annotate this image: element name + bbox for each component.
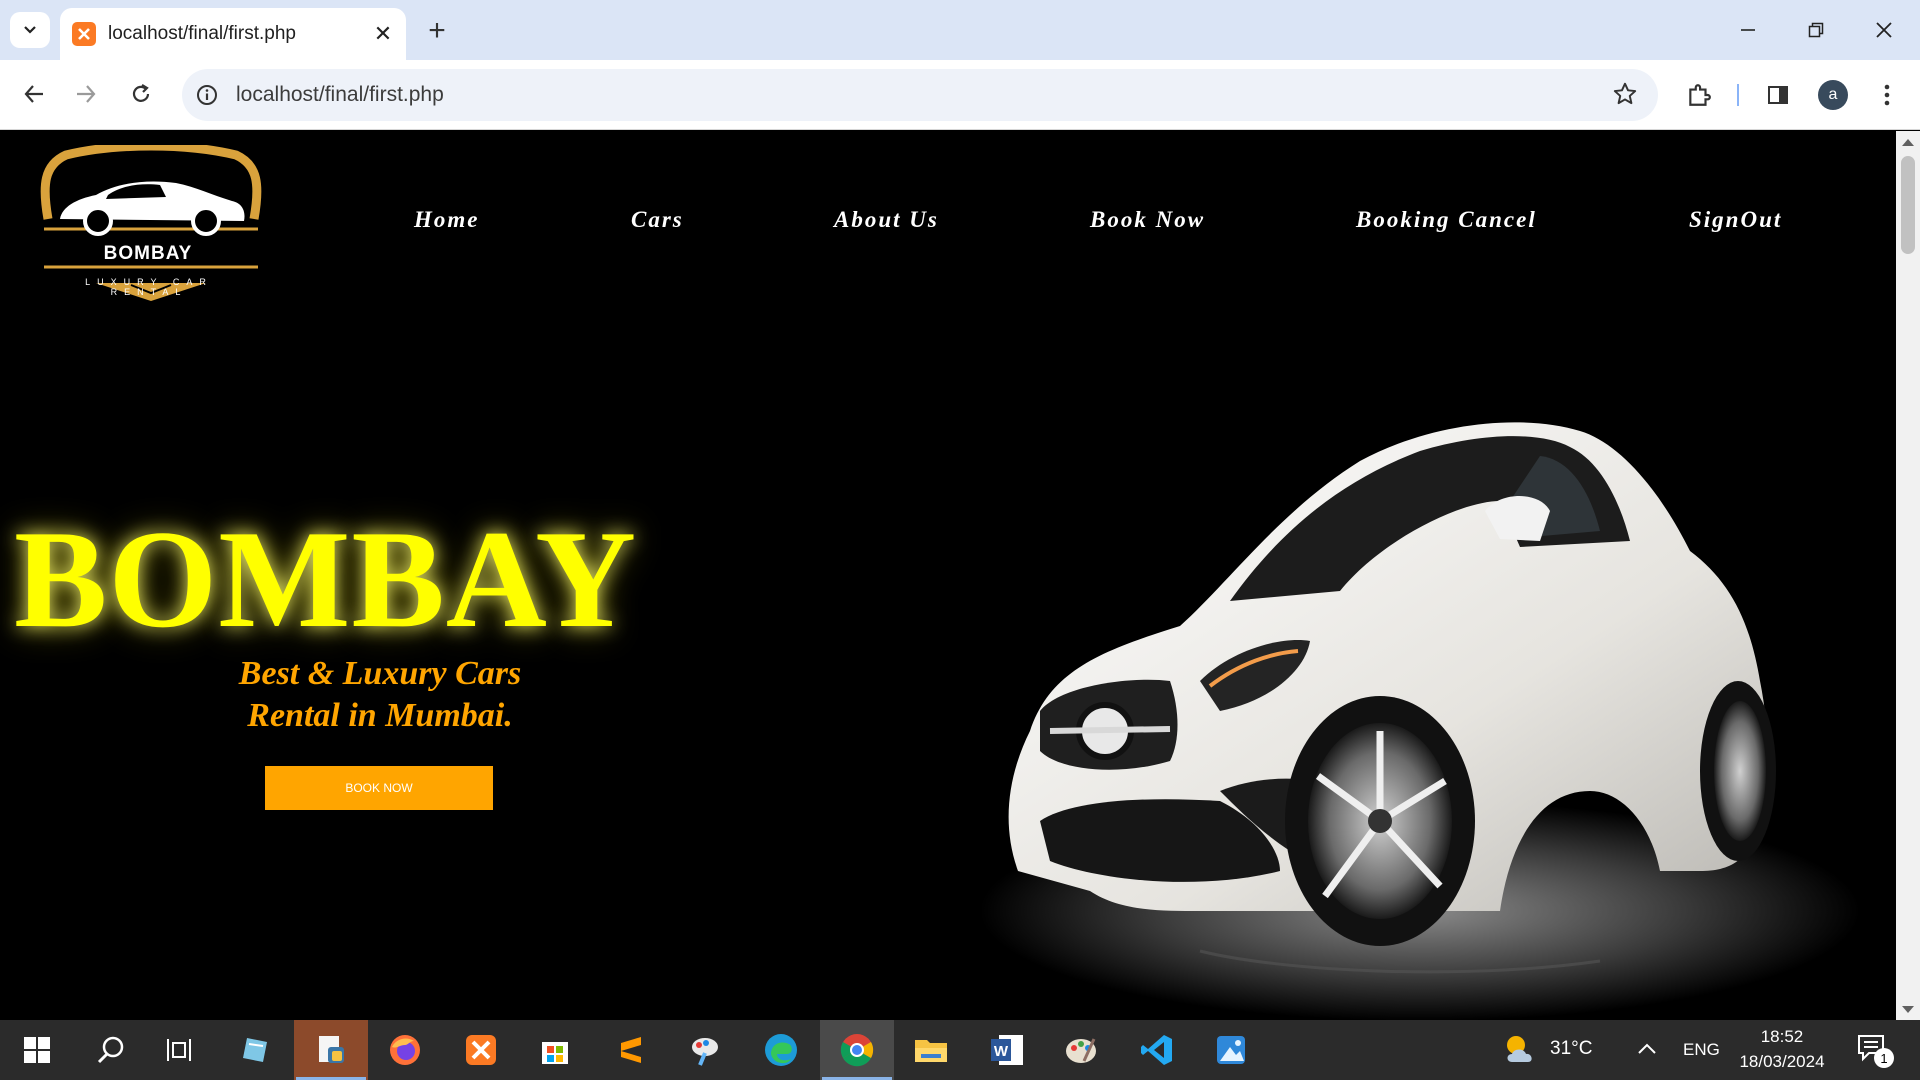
svg-text:W: W — [994, 1043, 1009, 1060]
notification-count-badge: 1 — [1874, 1048, 1894, 1068]
photos-icon — [1217, 1036, 1245, 1064]
sublime-text-app[interactable] — [594, 1020, 668, 1080]
forward-button[interactable] — [66, 74, 106, 114]
arrow-right-icon — [77, 85, 96, 103]
xampp-favicon-icon — [72, 22, 96, 46]
hero-subtitle-line2: Rental in Mumbai. — [247, 697, 513, 734]
scroll-up-arrow-icon[interactable] — [1902, 139, 1914, 146]
search-icon — [97, 1036, 124, 1064]
firefox-icon — [390, 1035, 420, 1065]
browser-tab-bar: localhost/final/first.php ✕ + — [0, 0, 1920, 60]
chevron-down-icon — [24, 26, 36, 34]
menu-kebab-icon[interactable] — [1868, 76, 1906, 114]
clock-date: 18/03/2024 — [1739, 1052, 1825, 1071]
edge-app[interactable] — [744, 1020, 818, 1080]
search-button[interactable] — [74, 1020, 148, 1080]
vscode-icon — [1141, 1035, 1172, 1065]
hero-car-image — [980, 422, 1860, 1020]
folder-icon — [915, 1040, 947, 1062]
restore-button[interactable] — [1786, 8, 1846, 52]
site-info-icon[interactable] — [194, 82, 220, 108]
nav-about-us[interactable]: About Us — [834, 207, 939, 237]
reload-icon — [132, 84, 150, 102]
url-text: localhost/final/first.php — [236, 83, 444, 106]
close-window-button[interactable] — [1854, 8, 1914, 52]
edge-icon — [765, 1034, 797, 1066]
notification-center-button[interactable]: 1 — [1856, 1032, 1896, 1070]
task-view-button[interactable] — [142, 1020, 216, 1080]
browser-tab[interactable]: localhost/final/first.php ✕ — [60, 8, 406, 60]
weather-widget[interactable]: 31°C — [1500, 1020, 1610, 1080]
tab-title: localhost/final/first.php — [108, 23, 296, 44]
close-icon — [1876, 22, 1892, 38]
palette-icon — [1066, 1038, 1096, 1063]
clock[interactable]: 18:52 18/03/2024 — [1730, 1024, 1834, 1078]
arrow-left-icon — [24, 85, 43, 103]
python-idle-app[interactable] — [294, 1020, 368, 1080]
photos-app[interactable] — [1194, 1020, 1268, 1080]
xampp-app[interactable] — [444, 1020, 518, 1080]
notepad-app[interactable] — [218, 1020, 292, 1080]
nav-book-now[interactable]: Book Now — [1090, 207, 1205, 237]
tab-close-icon[interactable]: ✕ — [370, 21, 396, 47]
hero-subtitle-line1: Best & Luxury Cars — [238, 655, 522, 692]
word-app[interactable]: W — [970, 1020, 1044, 1080]
side-panel-icon[interactable] — [1759, 76, 1797, 114]
site-logo[interactable]: BOMBAY LUXURY CAR RENTAL — [36, 141, 266, 301]
paint-brush-icon — [692, 1038, 718, 1066]
paint-brush-app[interactable] — [668, 1020, 742, 1080]
show-hidden-icons-button[interactable] — [1636, 1038, 1660, 1062]
microsoft-store-app[interactable] — [518, 1020, 592, 1080]
chrome-icon — [840, 1034, 874, 1067]
windows-taskbar: W 31°C ENG 18:52 18/03/2024 1 — [0, 1020, 1920, 1080]
word-icon: W — [991, 1035, 1023, 1065]
reload-button[interactable] — [121, 74, 161, 114]
nav-booking-cancel[interactable]: Booking Cancel — [1356, 207, 1537, 237]
bookmark-star-icon[interactable] — [1612, 81, 1638, 112]
sublime-text-icon — [621, 1037, 641, 1063]
web-page: BOMBAY LUXURY CAR RENTAL Home Cars About… — [0, 131, 1896, 1020]
weather-temperature: 31°C — [1550, 1038, 1593, 1059]
vscode-app[interactable] — [1120, 1020, 1194, 1080]
file-explorer-app[interactable] — [894, 1020, 968, 1080]
minimize-icon — [1741, 29, 1755, 31]
firefox-app[interactable] — [368, 1020, 442, 1080]
store-icon — [542, 1042, 568, 1064]
nav-home[interactable]: Home — [414, 207, 480, 237]
hero-subtitle: Best & Luxury Cars Rental in Mumbai. — [160, 653, 600, 737]
minimize-button[interactable] — [1718, 8, 1778, 52]
chevron-up-icon — [1638, 1043, 1656, 1054]
start-button[interactable] — [0, 1020, 74, 1080]
address-bar[interactable]: localhost/final/first.php — [182, 69, 1658, 121]
chrome-app[interactable] — [820, 1020, 894, 1080]
task-view-icon — [167, 1039, 191, 1061]
restore-icon — [1808, 22, 1824, 38]
scroll-thumb[interactable] — [1901, 156, 1915, 254]
nav-signout[interactable]: SignOut — [1689, 207, 1782, 237]
windows-logo-icon — [24, 1037, 50, 1063]
scroll-down-arrow-icon[interactable] — [1902, 1006, 1914, 1013]
extensions-icon[interactable] — [1680, 76, 1718, 114]
notepad-icon — [243, 1038, 267, 1062]
logo-tagline: LUXURY CAR RENTAL — [85, 277, 213, 297]
hero-title: BOMBAY — [14, 502, 638, 657]
new-tab-button[interactable]: + — [420, 14, 454, 48]
browser-toolbar: localhost/final/first.php a — [0, 60, 1920, 130]
weather-partly-cloudy-icon — [1507, 1036, 1532, 1062]
book-now-button[interactable]: BOOK NOW — [265, 766, 493, 810]
back-button[interactable] — [14, 74, 54, 114]
xampp-icon — [466, 1035, 496, 1065]
nav-cars[interactable]: Cars — [631, 207, 684, 237]
python-idle-icon — [319, 1036, 344, 1063]
toolbar-divider — [1737, 84, 1739, 106]
page-scrollbar[interactable] — [1896, 131, 1920, 1020]
paint-app[interactable] — [1044, 1020, 1118, 1080]
tab-search-button[interactable] — [10, 12, 50, 48]
clock-time: 18:52 — [1760, 1027, 1804, 1046]
language-indicator[interactable]: ENG — [1683, 1040, 1720, 1060]
profile-avatar[interactable]: a — [1818, 80, 1848, 110]
logo-name: BOMBAY — [103, 243, 193, 264]
